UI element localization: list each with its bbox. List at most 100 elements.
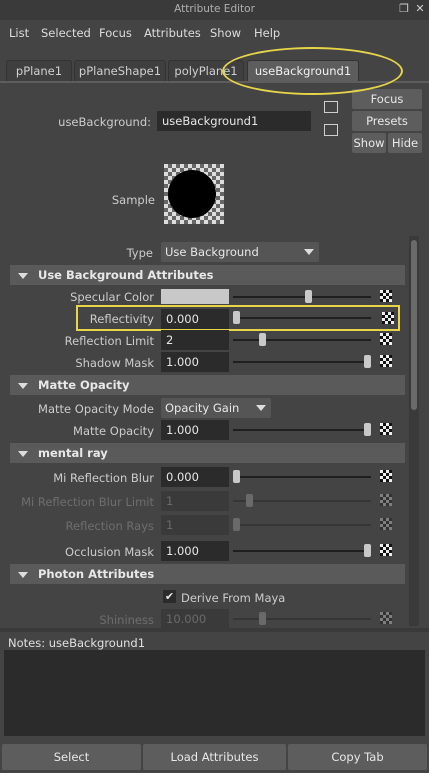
menu-show[interactable]: Show — [210, 26, 241, 40]
mi-reflection-blur-label: Mi Reflection Blur — [53, 471, 154, 485]
map-button-icon — [380, 612, 392, 624]
map-button-icon[interactable] — [380, 423, 392, 435]
node-name-label: useBackground: — [58, 115, 151, 129]
title-bar: Attribute Editor ❐ ✕ — [0, 0, 429, 20]
chevron-down-icon — [256, 405, 266, 411]
map-button-icon[interactable] — [380, 470, 392, 482]
occlusion-mask-slider-thumb[interactable] — [364, 544, 371, 557]
menu-selected[interactable]: Selected — [41, 26, 91, 40]
section-mental-ray[interactable]: mental ray — [10, 443, 405, 463]
output-connection-icon[interactable] — [324, 124, 338, 136]
mi-reflection-blur-slider-thumb[interactable] — [233, 470, 240, 483]
reflection-rays-slider-track — [233, 524, 371, 526]
matte-opacity-mode-value: Opacity Gain — [165, 401, 240, 415]
map-button-icon — [380, 494, 392, 506]
menu-attributes[interactable]: Attributes — [144, 26, 201, 40]
collapse-icon — [18, 382, 28, 389]
focus-button[interactable]: Focus — [352, 89, 422, 109]
notes-header: Notes: useBackground1 — [0, 632, 429, 650]
shadow-mask-slider-thumb[interactable] — [364, 355, 371, 368]
section-use-background[interactable]: Use Background Attributes — [10, 265, 405, 285]
mi-reflection-blur-limit-slider-track — [233, 500, 371, 502]
map-button-icon[interactable] — [380, 333, 392, 345]
shininess-field: 10.000 — [161, 609, 229, 629]
shadow-mask-label: Shadow Mask — [75, 356, 154, 370]
occlusion-mask-slider-track[interactable] — [233, 550, 371, 552]
tab-polyplane1[interactable]: polyPlane1 — [168, 60, 244, 82]
select-button[interactable]: Select — [2, 744, 141, 770]
float-icon[interactable]: ❐ — [398, 3, 410, 15]
tab-pplane1[interactable]: pPlane1 — [6, 60, 72, 82]
sample-label: Sample — [111, 193, 155, 207]
mi-reflection-blur-limit-field: 1 — [161, 491, 229, 511]
shininess-label: Shininess — [99, 613, 154, 627]
shadow-mask-slider-track[interactable] — [233, 361, 371, 363]
notes-textarea[interactable] — [4, 650, 425, 736]
reflection-limit-field[interactable]: 2 — [161, 330, 229, 350]
map-button-icon — [380, 518, 392, 530]
specular-color-slider-thumb[interactable] — [305, 290, 313, 303]
reflection-rays-slider-thumb — [233, 518, 240, 531]
scrollbar-thumb[interactable] — [411, 240, 417, 410]
type-dropdown-value: Use Background — [165, 245, 259, 259]
hide-button[interactable]: Hide — [388, 133, 422, 153]
map-button-icon[interactable] — [380, 355, 392, 367]
reflectivity-slider-thumb[interactable] — [233, 311, 240, 324]
map-button-icon[interactable] — [380, 544, 392, 556]
derive-from-maya-checkbox[interactable]: ✔ — [163, 590, 176, 603]
input-connection-icon[interactable] — [324, 101, 338, 113]
occlusion-mask-label: Occlusion Mask — [65, 545, 154, 559]
mi-reflection-blur-limit-slider-thumb — [246, 494, 254, 507]
load-attributes-button[interactable]: Load Attributes — [143, 744, 286, 770]
matte-opacity-slider-track[interactable] — [233, 429, 371, 431]
close-icon[interactable]: ✕ — [414, 3, 426, 15]
window-title: Attribute Editor — [174, 3, 255, 15]
tab-usebackground1[interactable]: useBackground1 — [247, 60, 359, 82]
matte-opacity-slider-thumb[interactable] — [364, 423, 371, 436]
specular-color-label: Specular Color — [70, 290, 154, 304]
reflection-limit-label: Reflection Limit — [64, 334, 154, 348]
type-dropdown[interactable]: Use Background — [161, 242, 319, 262]
section-title: mental ray — [38, 446, 108, 460]
occlusion-mask-field[interactable]: 1.000 — [161, 541, 229, 561]
show-button[interactable]: Show — [352, 133, 386, 153]
menu-list[interactable]: List — [9, 26, 29, 40]
tab-pplaneshape1[interactable]: pPlaneShape1 — [74, 60, 166, 82]
menu-help[interactable]: Help — [254, 26, 280, 40]
sample-swatch[interactable] — [168, 170, 216, 218]
matte-opacity-mode-dropdown[interactable]: Opacity Gain — [161, 398, 271, 418]
reflectivity-field[interactable]: 0.000 — [161, 309, 229, 329]
derive-from-maya-label: Derive From Maya — [181, 591, 286, 605]
section-title: Use Background Attributes — [38, 268, 214, 282]
mi-reflection-blur-limit-label: Mi Reflection Blur Limit — [21, 495, 154, 509]
matte-opacity-mode-label: Matte Opacity Mode — [38, 402, 154, 416]
type-label: Type — [126, 246, 153, 260]
shininess-slider-track — [233, 618, 371, 620]
mi-reflection-blur-slider-track[interactable] — [233, 476, 371, 478]
presets-button[interactable]: Presets — [352, 111, 422, 131]
reflection-limit-slider-thumb[interactable] — [259, 333, 267, 346]
map-button-icon[interactable] — [382, 312, 394, 324]
mi-reflection-blur-field[interactable]: 0.000 — [161, 467, 229, 487]
shininess-slider-thumb — [259, 612, 267, 625]
matte-opacity-field[interactable]: 1.000 — [161, 420, 229, 440]
section-title: Matte Opacity — [38, 378, 130, 392]
map-button-icon[interactable] — [380, 290, 392, 302]
collapse-icon — [18, 571, 28, 578]
node-name-field[interactable]: useBackground1 — [157, 111, 311, 131]
copy-tab-button[interactable]: Copy Tab — [288, 744, 427, 770]
section-photon-attributes[interactable]: Photon Attributes — [10, 564, 405, 584]
section-matte-opacity[interactable]: Matte Opacity — [10, 375, 405, 395]
reflectivity-label: Reflectivity — [89, 312, 154, 326]
specular-color-swatch[interactable] — [161, 289, 229, 304]
collapse-icon — [18, 272, 28, 279]
reflection-rays-label: Reflection Rays — [65, 519, 154, 533]
specular-color-slider-track[interactable] — [233, 296, 371, 298]
shadow-mask-field[interactable]: 1.000 — [161, 352, 229, 372]
reflection-limit-slider-track[interactable] — [233, 339, 371, 341]
reflection-rays-field: 1 — [161, 515, 229, 535]
reflectivity-slider-track[interactable] — [233, 317, 371, 319]
tab-divider — [0, 81, 429, 83]
menu-focus[interactable]: Focus — [99, 26, 132, 40]
node-tabs: pPlane1 pPlaneShape1 polyPlane1 useBackg… — [0, 56, 429, 82]
